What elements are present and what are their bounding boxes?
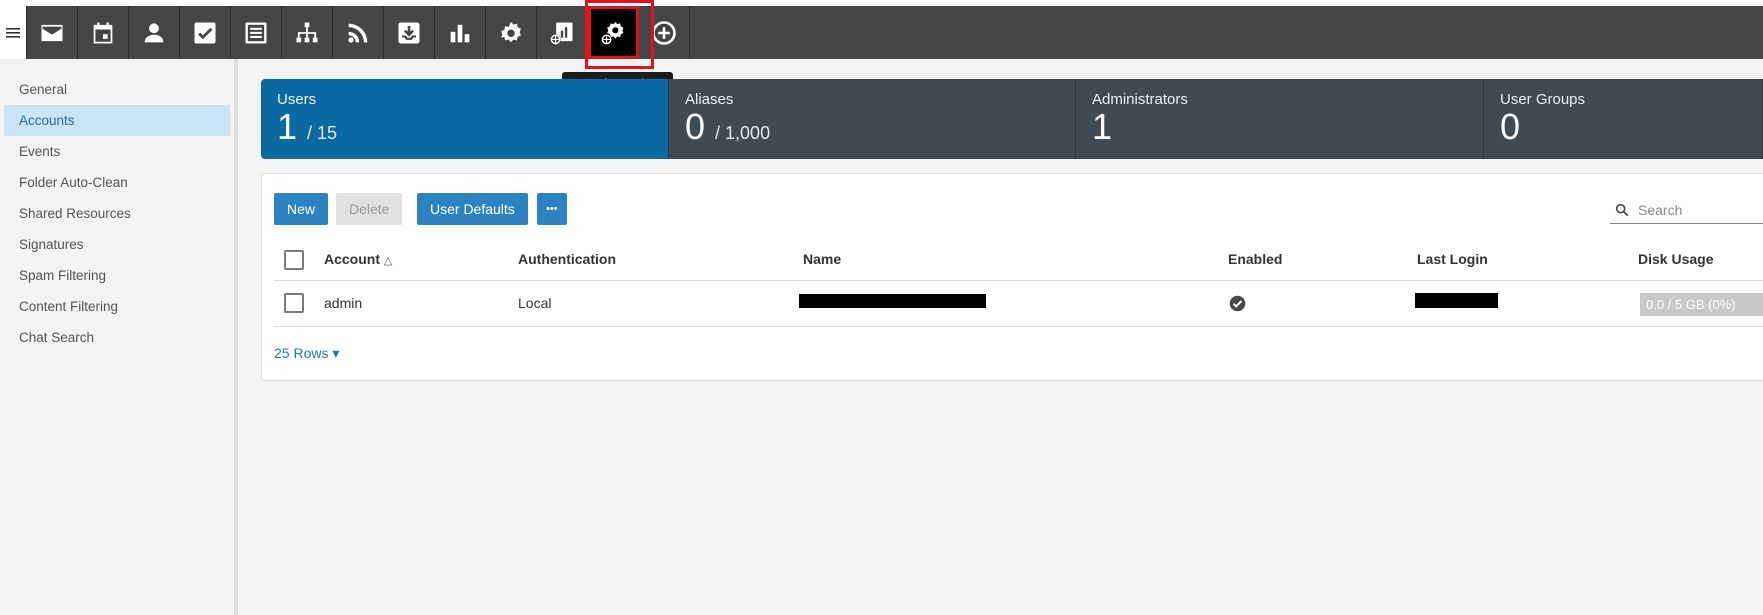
search-input[interactable]: [1638, 201, 1763, 218]
notes-icon: [245, 22, 267, 43]
user-groups-card[interactable]: User Groups 0: [1484, 79, 1763, 159]
mail-icon: [41, 24, 63, 41]
administrators-count: 1: [1092, 106, 1113, 147]
column-header-name[interactable]: Name: [803, 251, 841, 267]
settings-button[interactable]: [486, 6, 537, 59]
contacts-icon: [144, 22, 164, 42]
administrators-card-title: Administrators: [1092, 91, 1188, 108]
aliases-limit: / 1,000: [715, 123, 771, 143]
users-limit: / 15: [307, 123, 338, 143]
aliases-card-title: Aliases: [685, 91, 734, 108]
search-field: [1610, 196, 1763, 224]
rows-per-page-dropdown[interactable]: 25 Rows ▾: [274, 345, 339, 362]
new-button[interactable]: New: [274, 193, 329, 225]
aliases-card[interactable]: Aliases 0 / 1,000: [669, 79, 1076, 159]
sidebar-item-accounts[interactable]: Accounts: [4, 105, 230, 136]
tasks-icon: [194, 22, 216, 43]
more-actions-button[interactable]: •••: [537, 193, 567, 225]
calendar-icon: [93, 22, 113, 43]
sidebar-item-events[interactable]: Events: [4, 136, 230, 167]
sort-ascending-icon: △: [383, 255, 393, 267]
user-groups-count: 0: [1500, 106, 1521, 147]
column-header-last-login[interactable]: Last Login: [1417, 251, 1488, 267]
sidebar-item-shared-resources[interactable]: Shared Resources: [4, 198, 230, 229]
select-all-checkbox[interactable]: [284, 250, 304, 270]
reports-button[interactable]: [435, 6, 486, 59]
domain-reports-icon: [550, 22, 573, 45]
stats-cards: Users 1 / 15 Aliases 0 / 1,000 Administrat…: [261, 79, 1763, 159]
column-header-disk-usage[interactable]: Disk Usage: [1638, 251, 1713, 267]
calendar-button[interactable]: [78, 6, 129, 59]
aliases-count: 0: [685, 106, 706, 147]
row-checkbox[interactable]: [284, 293, 304, 313]
tasks-button[interactable]: [180, 6, 231, 59]
sidebar-item-signatures[interactable]: Signatures: [4, 229, 230, 260]
notes-button[interactable]: [231, 6, 282, 59]
delete-button[interactable]: Delete: [336, 193, 403, 225]
users-count: 1: [277, 106, 298, 147]
domain-settings-icon: [601, 21, 624, 45]
users-card[interactable]: Users 1 / 15: [261, 79, 669, 159]
mail-button[interactable]: [27, 6, 78, 59]
row-account[interactable]: admin: [324, 295, 362, 311]
app-toolbar: [0, 0, 1763, 69]
archive-button[interactable]: [384, 6, 435, 59]
row-name-redacted: [799, 294, 986, 308]
column-header-authentication[interactable]: Authentication: [518, 251, 616, 267]
enabled-check-icon: [1229, 295, 1246, 312]
column-header-account[interactable]: Account △: [324, 251, 392, 267]
sidebar-item-chat-search[interactable]: Chat Search: [4, 322, 230, 353]
contacts-button[interactable]: [129, 6, 180, 59]
domain-settings-button[interactable]: [585, 0, 654, 69]
disk-usage-bar: 0.0 / 5 GB (0%): [1640, 293, 1763, 316]
user-groups-card-title: User Groups: [1500, 91, 1586, 108]
rss-button[interactable]: [333, 6, 384, 59]
sitemap-button[interactable]: [282, 6, 333, 59]
sidebar-item-spam-filtering[interactable]: Spam Filtering: [4, 260, 230, 291]
add-circle-icon: [652, 20, 676, 45]
administrators-card[interactable]: Administrators 1: [1076, 79, 1484, 159]
row-authentication: Local: [518, 295, 552, 311]
row-divider: [274, 326, 1763, 327]
archive-icon: [398, 22, 420, 43]
column-header-account-label: Account: [324, 251, 380, 267]
hamburger-menu-icon[interactable]: [0, 6, 27, 59]
sidebar-item-general[interactable]: General: [4, 74, 230, 105]
users-card-title: Users: [277, 91, 317, 108]
accounts-panel: New Delete User Defaults ••• Account △ A…: [261, 173, 1763, 381]
reports-icon: [450, 24, 470, 42]
rss-icon: [348, 23, 368, 43]
settings-icon: [501, 21, 521, 42]
sitemap-icon: [296, 22, 318, 42]
sidebar-item-folder-auto-clean[interactable]: Folder Auto-Clean: [4, 167, 230, 198]
column-header-enabled[interactable]: Enabled: [1228, 251, 1282, 267]
settings-sidebar: General Accounts Events Folder Auto-Clea…: [0, 59, 238, 615]
sidebar-item-content-filtering[interactable]: Content Filtering: [4, 291, 230, 322]
search-icon: [1615, 203, 1629, 216]
header-divider: [274, 280, 1763, 281]
user-defaults-button[interactable]: User Defaults: [417, 193, 528, 225]
domain-reports-button[interactable]: [537, 6, 588, 59]
row-last-login-redacted: [1415, 293, 1498, 308]
